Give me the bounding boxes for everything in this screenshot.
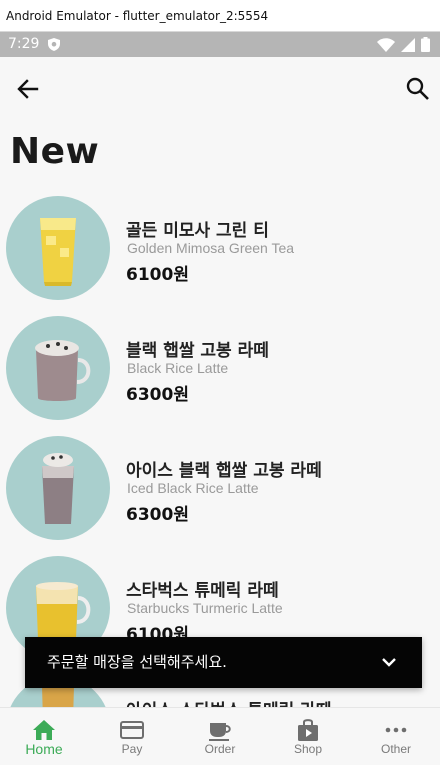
product-item[interactable]: 블랙 햅쌀 고봉 라떼 Black Rice Latte 6300원 — [0, 316, 440, 426]
shopping-bag-icon — [298, 719, 318, 741]
wifi-icon — [377, 37, 395, 52]
system-icons — [377, 37, 430, 52]
product-price: 6300원 — [126, 505, 189, 525]
nav-shop[interactable]: Shop — [264, 708, 352, 765]
product-name-ko: 아이스 스타벅스 튜메릭 라떼 — [126, 696, 331, 707]
product-price: 6300원 — [126, 385, 189, 405]
product-list-view[interactable]: New 골든 미모사 그린 티 Golden Mimosa Green Tea … — [0, 119, 440, 707]
hot-mug-latte-icon — [35, 340, 91, 401]
card-icon — [120, 721, 144, 739]
nav-label: Order — [204, 742, 236, 756]
product-thumbnail — [6, 436, 110, 540]
app-bar — [0, 57, 440, 119]
battery-icon — [421, 37, 430, 52]
more-dots-icon — [385, 727, 407, 733]
product-item[interactable]: 골든 미모사 그린 티 Golden Mimosa Green Tea 6100… — [0, 196, 440, 306]
nav-label: Home — [25, 741, 63, 757]
nav-label: Other — [380, 742, 411, 756]
store-select-snackbar[interactable]: 주문할 매장을 선택해주세요. — [25, 637, 422, 688]
status-time: 7:29 — [8, 36, 40, 52]
product-name-en: Black Rice Latte — [127, 360, 229, 376]
signal-icon — [401, 37, 415, 52]
product-name-ko: 아이스 블랙 햅쌀 고봉 라떼 — [126, 461, 322, 481]
chevron-down-icon[interactable] — [382, 655, 396, 669]
search-icon[interactable] — [404, 75, 432, 103]
bottom-navigation: Home Pay Order Shop Other — [0, 707, 440, 765]
coffee-cup-icon — [209, 723, 231, 741]
product-thumbnail — [6, 316, 110, 420]
snackbar-text: 주문할 매장을 선택해주세요. — [47, 653, 227, 671]
nav-order[interactable]: Order — [176, 708, 264, 765]
nav-home[interactable]: Home — [0, 708, 88, 765]
product-price: 6100원 — [126, 265, 189, 285]
nav-other[interactable]: Other — [352, 708, 440, 765]
home-icon — [33, 720, 55, 740]
product-name-ko: 블랙 햅쌀 고봉 라떼 — [126, 341, 269, 361]
nav-label: Shop — [293, 742, 323, 756]
shield-icon — [48, 38, 60, 51]
page-title: New — [10, 131, 100, 172]
product-item[interactable]: 아이스 블랙 햅쌀 고봉 라떼 Iced Black Rice Latte 63… — [0, 436, 440, 546]
nav-pay[interactable]: Pay — [88, 708, 176, 765]
product-name-en: Golden Mimosa Green Tea — [127, 240, 295, 256]
back-arrow-icon[interactable] — [14, 75, 42, 103]
product-name-ko: 골든 미모사 그린 티 — [126, 221, 269, 241]
product-name-ko: 스타벅스 튜메릭 라떼 — [126, 581, 279, 601]
window-title: Android Emulator - flutter_emulator_2:55… — [0, 0, 440, 32]
status-bar: 7:29 — [0, 32, 440, 57]
product-thumbnail — [6, 196, 110, 300]
nav-label: Pay — [121, 742, 143, 756]
iced-yellow-tea-icon — [40, 218, 76, 286]
product-name-en: Iced Black Rice Latte — [127, 480, 259, 496]
iced-latte-icon — [42, 453, 74, 524]
product-name-en: Starbucks Turmeric Latte — [127, 600, 283, 616]
